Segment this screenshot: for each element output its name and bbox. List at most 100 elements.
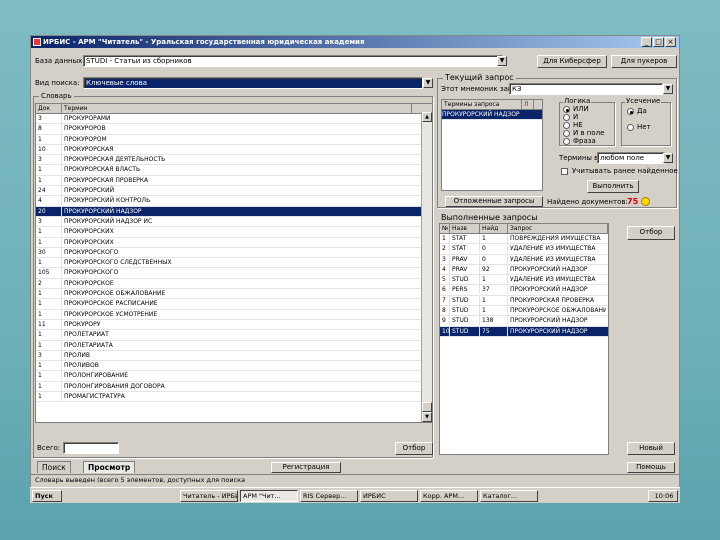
- dictionary-row[interactable]: 24 ПРОКУРОРСКИЙ: [36, 186, 432, 197]
- chevron-down-icon[interactable]: ▼: [423, 78, 433, 88]
- dictionary-row[interactable]: 1 ПРОЛОНГИРОВАНИЯ ДОГОВОРА: [36, 381, 432, 393]
- dictionary-row[interactable]: 1 ПРОЛИВОВ: [36, 361, 432, 372]
- taskbar-task[interactable]: АРМ "Чит...: [240, 490, 298, 502]
- registration-button[interactable]: Регистрация: [271, 462, 341, 473]
- dictionary-row[interactable]: 1 ПРОКУРОРСКОЕ УСМОТРЕНИЕ: [36, 309, 432, 320]
- dictionary-row[interactable]: 1 ПРОКУРОРСКАЯ ПРОВЕРКА: [36, 175, 432, 187]
- database-select[interactable]: STUDI - Статьи из сборников: [83, 55, 503, 67]
- query-text: УДАЛЕНИЕ ИЗ ИМУЩЕСТВА: [510, 255, 596, 263]
- search-mode-select[interactable]: Ключевые слова: [83, 77, 423, 89]
- dictionary-scrollbar[interactable]: ▲ ▼: [421, 112, 432, 422]
- dictionary-row[interactable]: 1 ПРОКУРОРСКОЕ ОБЖАЛОВАНИЕ: [36, 289, 432, 300]
- logic-radio[interactable]: [563, 122, 570, 129]
- dictionary-row[interactable]: 1 ПРОЛЕТАРИАТА: [36, 340, 432, 351]
- truncation-radio[interactable]: [627, 124, 634, 131]
- query-found: 1: [480, 275, 508, 285]
- hints-button[interactable]: Для пукеров: [611, 55, 677, 68]
- maximize-button[interactable]: □: [653, 37, 664, 47]
- dictionary-row[interactable]: 1 ПРОКУРОРСКИХ: [36, 237, 432, 248]
- tab-search[interactable]: Поиск: [37, 461, 71, 473]
- column-header[interactable]: Назв: [450, 224, 480, 233]
- select-button[interactable]: Отбор: [395, 442, 433, 455]
- query-found: 92: [480, 264, 508, 274]
- about-button[interactable]: Для Киберсфер: [537, 55, 607, 68]
- dictionary-row[interactable]: 1 ПРОЛЕТАРИАТ: [36, 330, 432, 341]
- truncation-radio[interactable]: [627, 108, 634, 115]
- execute-button[interactable]: Выполнить: [587, 180, 639, 193]
- chevron-down-icon[interactable]: ▼: [663, 84, 673, 94]
- dictionary-row[interactable]: 2 ПРОКУРОРСКОЕ: [36, 278, 432, 290]
- executed-query-row[interactable]: 9 STUD 138 ПРОКУРОРСКИЙ НАДЗОР: [440, 316, 608, 327]
- term-row[interactable]: ПРОКУРОРСКИЙ НАДЗОР: [442, 110, 542, 121]
- dictionary-row[interactable]: 1 ПРОКУРОРСКОГО СЛЕДСТВЕННЫХ: [36, 258, 432, 269]
- column-header[interactable]: №: [440, 224, 450, 233]
- deferred-queries-button[interactable]: Отложенные запросы: [445, 196, 543, 207]
- column-header[interactable]: Термин: [62, 104, 412, 113]
- logic-radio[interactable]: [563, 138, 570, 145]
- query-found: 37: [480, 285, 508, 295]
- dictionary-row[interactable]: 20 ПРОКУРОРСКИЙ НАДЗОР: [36, 206, 432, 217]
- dictionary-row[interactable]: 1 ПРОМАГИСТРАТУРА: [36, 392, 432, 403]
- executed-queries-list[interactable]: № Назв Найд Запрос 1 STAT 1 ПОВРЕЖДЕНИЯ ИМУЩЕС…: [439, 223, 609, 455]
- dictionary-row[interactable]: 11 ПРОКУРОРУ: [36, 319, 432, 331]
- column-header[interactable]: Найд: [480, 224, 508, 233]
- column-header[interactable]: Запрос: [508, 224, 608, 233]
- executed-query-row[interactable]: 8 STUD 1 ПРОКУРОРСКОЕ ОБЖАЛОВАНИЕ: [440, 306, 608, 317]
- dictionary-row[interactable]: 105 ПРОКУРОРСКОГО: [36, 268, 432, 279]
- dictionary-row[interactable]: 10 ПРОКУРОРСКАЯ: [36, 144, 432, 156]
- taskbar: Пуск 10:06 Читатель - ИРБИСАРМ "Чит...RI…: [30, 487, 680, 503]
- ok-button[interactable]: Отбор: [627, 226, 675, 240]
- chevron-down-icon[interactable]: ▼: [663, 153, 673, 163]
- logic-radio[interactable]: [563, 130, 570, 137]
- terms-list[interactable]: Термины запроса Л ПРОКУРОРСКИЙ НАДЗОР: [441, 99, 543, 191]
- dictionary-row[interactable]: 1 ПРОКУРОРСКОЕ РАСПИСАНИЕ: [36, 299, 432, 310]
- chevron-down-icon[interactable]: ▼: [497, 56, 507, 66]
- executed-query-row[interactable]: 7 STUD 1 ПРОКУРОРСКАЯ ПРОВЕРКА: [440, 295, 608, 307]
- dictionary-row[interactable]: 1 ПРОКУРОРСКАЯ ВЛАСТЬ: [36, 165, 432, 176]
- dictionary-row[interactable]: 30 ПРОКУРОРСКОГО: [36, 247, 432, 259]
- dictionary-row[interactable]: 3 ПРОКУРОРСКИЙ НАДЗОР ИС: [36, 216, 432, 228]
- taskbar-task[interactable]: Корр. АРМ...: [420, 490, 478, 502]
- executed-query-row[interactable]: 4 PRAV 92 ПРОКУРОРСКИЙ НАДЗОР: [440, 264, 608, 276]
- query-db: STAT: [450, 234, 480, 243]
- column-header[interactable]: Док: [36, 104, 62, 113]
- executed-query-row[interactable]: 10 STUD 75 ПРОКУРОРСКИЙ НАДЗОР: [440, 326, 608, 337]
- start-button[interactable]: Пуск: [32, 490, 62, 502]
- dictionary-list[interactable]: Док Термин 3 ПРОКУРОРАМИ 8 ПРОКУРОРОВ 1 ПРОКУР…: [35, 103, 433, 423]
- minimize-button[interactable]: _: [641, 37, 652, 47]
- executed-query-row[interactable]: 3 PRAV 0 УДАЛЕНИЕ ИЗ ИМУЩЕСТВА: [440, 254, 608, 265]
- dictionary-row[interactable]: 3 ПРОКУРОРАМИ: [36, 114, 432, 125]
- help-button[interactable]: Помощь: [627, 462, 675, 473]
- doc-count: 1: [36, 258, 62, 268]
- dictionary-row[interactable]: 1 ПРОКУРОРСКИХ: [36, 227, 432, 238]
- dictionary-row[interactable]: 8 ПРОКУРОРОВ: [36, 124, 432, 135]
- scroll-thumb[interactable]: [422, 402, 432, 412]
- stage-input[interactable]: КЗ: [509, 83, 663, 95]
- executed-query-row[interactable]: 6 PERS 37 ПРОКУРОРСКИЙ НАДЗОР: [440, 285, 608, 296]
- scroll-up-icon[interactable]: ▲: [422, 112, 432, 122]
- tab-view[interactable]: Просмотр: [83, 461, 136, 473]
- dictionary-row[interactable]: 1 ПРОКУРОРОМ: [36, 134, 432, 145]
- logic-radio[interactable]: [563, 106, 570, 113]
- taskbar-task[interactable]: Читатель - ИРБИС: [180, 490, 238, 502]
- taskbar-task[interactable]: ИРБИС: [360, 490, 418, 502]
- new-button[interactable]: Новый: [627, 442, 675, 455]
- executed-query-row[interactable]: 5 STUD 1 УДАЛЕНИЕ ИЗ ИМУЩЕСТВА: [440, 275, 608, 286]
- taskbar-task[interactable]: Каталог...: [480, 490, 538, 502]
- previous-results-label: Учитывать ранее найденное: [572, 167, 678, 175]
- close-button[interactable]: ×: [665, 37, 676, 47]
- executed-query-row[interactable]: 2 STAT 0 УДАЛЕНИЕ ИЗ ИМУЩЕСТВА: [440, 244, 608, 255]
- logic-radio[interactable]: [563, 114, 570, 121]
- taskbar-task[interactable]: RIS Сервер...: [300, 490, 358, 502]
- dictionary-row[interactable]: 3 ПРОЛИВ: [36, 350, 432, 362]
- term-scope-select[interactable]: любом поле: [597, 152, 665, 164]
- previous-results-checkbox[interactable]: [561, 168, 568, 175]
- dictionary-row[interactable]: 4 ПРОКУРОРСКИЙ КОНТРОЛЬ: [36, 196, 432, 207]
- scroll-down-icon[interactable]: ▼: [422, 412, 432, 422]
- executed-query-row[interactable]: 1 STAT 1 ПОВРЕЖДЕНИЯ ИМУЩЕСТВА: [440, 234, 608, 245]
- dictionary-row[interactable]: 1 ПРОЛОНГИРОВАНИЕ: [36, 371, 432, 382]
- column-header[interactable]: Термины запроса: [442, 100, 522, 109]
- dictionary-row[interactable]: 3 ПРОКУРОРСКАЯ ДЕЯТЕЛЬНОСТЬ: [36, 155, 432, 166]
- column-header[interactable]: Л: [522, 100, 534, 109]
- count-input[interactable]: [63, 442, 119, 454]
